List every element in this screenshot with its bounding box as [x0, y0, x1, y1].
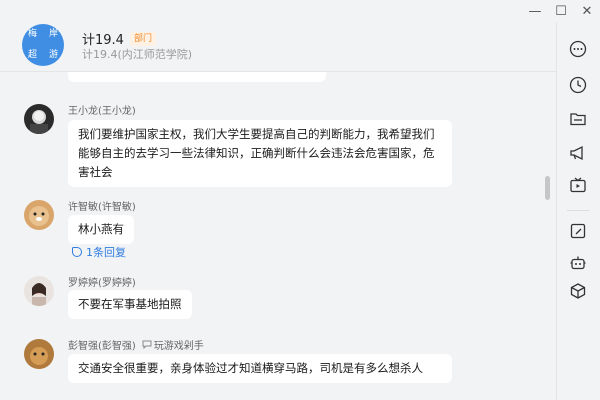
group-avatar[interactable]: 梅 岸 超 游 — [22, 24, 64, 66]
sender-name[interactable]: 王小龙(王小龙) — [68, 102, 136, 117]
sender-status: 玩游戏剁手 — [142, 337, 204, 352]
chat-bubble-icon — [142, 340, 152, 349]
video-icon[interactable] — [567, 174, 589, 196]
avatar[interactable] — [24, 104, 54, 134]
window-controls: — ☐ ✕ — [522, 0, 600, 22]
minimize-button[interactable]: — — [522, 0, 548, 22]
message-bubble: 林小燕有 — [68, 215, 134, 244]
avatar[interactable] — [24, 339, 54, 369]
right-sidebar — [556, 22, 600, 400]
close-button[interactable]: ✕ — [574, 0, 600, 22]
reply-count-link[interactable]: 1条回复 — [72, 244, 126, 260]
avatar-char: 超 — [27, 50, 37, 60]
avatar-char: 梅 — [27, 29, 37, 39]
announcement-icon[interactable] — [567, 142, 589, 164]
scrollbar-thumb[interactable] — [545, 176, 550, 200]
robot-icon[interactable] — [567, 252, 589, 274]
message-bubble: 我们要维护国家主权，我们大学生要提高自己的判断能力，我希望我们能够自主的去学习一… — [68, 120, 452, 187]
avatar[interactable] — [24, 200, 54, 230]
apps-icon[interactable] — [567, 280, 589, 302]
message-bubble — [68, 72, 326, 82]
sender-name[interactable]: 罗婷婷(罗婷婷) — [68, 274, 136, 289]
history-icon[interactable] — [567, 74, 589, 96]
maximize-button[interactable]: ☐ — [548, 0, 574, 22]
avatar[interactable] — [24, 276, 54, 306]
sender-name[interactable]: 彭智强(彭智强) 玩游戏剁手 — [68, 337, 204, 352]
avatar-char: 岸 — [48, 29, 58, 39]
folder-icon[interactable] — [567, 108, 589, 130]
message-bubble: 交通安全很重要，亲身体验过才知道横穿马路，司机是有多么想杀人 — [68, 354, 452, 383]
chat-header: 梅 岸 超 游 计19.4 部门 计19.4(内江师范学院) — [0, 0, 556, 72]
message-bubble: 不要在军事基地拍照 — [68, 290, 192, 319]
avatar-char: 游 — [48, 50, 58, 60]
dept-badge: 部门 — [129, 31, 156, 46]
sender-name[interactable]: 许智敏(许智敏) — [68, 198, 136, 213]
message-list[interactable]: 王小龙(王小龙) 我们要维护国家主权，我们大学生要提高自己的判断能力，我希望我们… — [0, 72, 556, 400]
group-subtitle: 计19.4(内江师范学院) — [82, 48, 193, 61]
divider — [567, 210, 589, 211]
notes-icon[interactable] — [567, 220, 589, 242]
reply-icon — [72, 247, 82, 257]
more-icon[interactable] — [567, 38, 589, 60]
